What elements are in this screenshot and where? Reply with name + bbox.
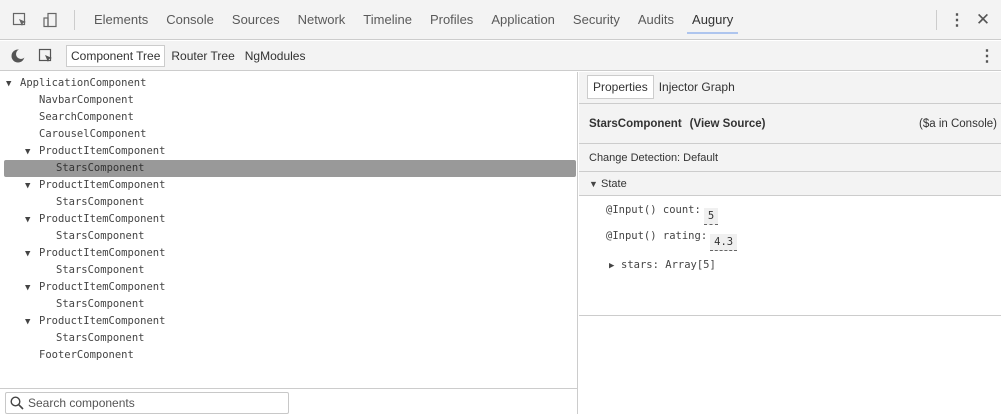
- expand-caret-icon[interactable]: ▼: [25, 144, 39, 161]
- more-options-icon[interactable]: ⋮: [949, 10, 965, 30]
- tree-node-label: CarouselComponent: [39, 128, 147, 140]
- tree-node-label: ProductItemComponent: [39, 145, 166, 157]
- tree-node-label: SearchComponent: [39, 111, 134, 123]
- tab-ngmodules[interactable]: NgModules: [241, 45, 310, 67]
- tab-injector-graph[interactable]: Injector Graph: [654, 75, 740, 99]
- expand-caret-icon[interactable]: ▼: [6, 76, 20, 93]
- tree-node-label: StarsComponent: [56, 264, 145, 276]
- stars-property[interactable]: ▶ stars: Array[5]: [609, 259, 716, 271]
- tree-node[interactable]: ▼ ProductItemComponent: [4, 177, 576, 194]
- tree-node[interactable]: SearchComponent: [4, 109, 576, 126]
- tree-node[interactable]: StarsComponent: [4, 330, 576, 347]
- inspect-element-icon[interactable]: [10, 10, 30, 30]
- theme-toggle-icon[interactable]: [8, 46, 28, 66]
- expand-caret-icon[interactable]: ▼: [25, 178, 39, 195]
- search-input[interactable]: [28, 396, 278, 410]
- tree-node-label: ProductItemComponent: [39, 247, 166, 259]
- tab-profiles[interactable]: Profiles: [421, 0, 482, 40]
- expand-caret-icon[interactable]: ▼: [25, 212, 39, 229]
- collapse-caret-icon[interactable]: ▼: [589, 179, 601, 189]
- change-detection-row: Change Detection: Default: [579, 144, 1001, 172]
- tree-node[interactable]: CarouselComponent: [4, 126, 576, 143]
- tree-node[interactable]: NavbarComponent: [4, 92, 576, 109]
- count-value-input[interactable]: 5: [703, 208, 719, 225]
- augury-toolbar: Component Tree Router Tree NgModules ⋮: [0, 41, 1001, 71]
- tree-node[interactable]: ▼ ApplicationComponent: [4, 75, 576, 92]
- tree-node-label: ProductItemComponent: [39, 213, 166, 225]
- tab-router-tree[interactable]: Router Tree: [167, 45, 238, 67]
- tree-node-label: StarsComponent: [56, 196, 145, 208]
- tree-node-label: StarsComponent: [56, 162, 145, 174]
- tree-node-label: ProductItemComponent: [39, 179, 166, 191]
- augury-options-icon[interactable]: ⋮: [979, 46, 995, 66]
- search-icon: [8, 394, 26, 412]
- properties-panel: Properties Injector Graph StarsComponent…: [579, 72, 1001, 414]
- tree-node[interactable]: StarsComponent: [4, 228, 576, 245]
- state-section-header[interactable]: ▼ State: [579, 172, 1001, 196]
- search-bar: [0, 388, 578, 414]
- tree-node[interactable]: FooterComponent: [4, 347, 576, 364]
- tree-node-label: StarsComponent: [56, 332, 145, 344]
- count-property: @Input() count: 5: [606, 202, 719, 225]
- tree-node[interactable]: ▼ ProductItemComponent: [4, 313, 576, 330]
- component-tree-panel: ▼ ApplicationComponent NavbarComponent Se…: [0, 72, 578, 388]
- tab-security[interactable]: Security: [564, 0, 629, 40]
- expand-caret-icon[interactable]: ▼: [25, 314, 39, 331]
- devtools-tab-bar: Elements Console Sources Network Timelin…: [0, 0, 1001, 40]
- view-source-link[interactable]: (View Source): [690, 118, 766, 130]
- change-detection-label: Change Detection: Default: [589, 151, 719, 164]
- search-box[interactable]: [5, 392, 289, 414]
- devtools-controls: ⋮ ✕: [936, 0, 1001, 40]
- tree-node-label: ProductItemComponent: [39, 281, 166, 293]
- properties-tab-bar: Properties Injector Graph: [579, 72, 1001, 104]
- tab-network[interactable]: Network: [289, 0, 355, 40]
- tree-node-label: ApplicationComponent: [20, 77, 147, 89]
- tree-node[interactable]: ▼ ProductItemComponent: [4, 245, 576, 262]
- select-component-icon[interactable]: [36, 46, 56, 66]
- rating-value-input[interactable]: 4.3: [710, 234, 738, 251]
- tab-audits[interactable]: Audits: [629, 0, 683, 40]
- state-label: State: [601, 177, 627, 190]
- tab-sources[interactable]: Sources: [223, 0, 289, 40]
- tab-console[interactable]: Console: [157, 0, 223, 40]
- stars-label: stars: Array[5]: [621, 259, 716, 271]
- tab-properties[interactable]: Properties: [587, 75, 654, 99]
- console-hint: ($a in Console): [919, 117, 997, 130]
- toolbar-divider: [936, 10, 937, 30]
- expand-caret-icon[interactable]: ▼: [25, 280, 39, 297]
- tab-component-tree[interactable]: Component Tree: [66, 44, 166, 67]
- tree-node-label: StarsComponent: [56, 298, 145, 310]
- expand-caret-icon[interactable]: ▼: [25, 246, 39, 263]
- tree-node[interactable]: ▼ ProductItemComponent: [4, 279, 576, 296]
- tree-node-label: StarsComponent: [56, 230, 145, 242]
- rating-label: @Input() rating:: [606, 230, 708, 242]
- close-icon[interactable]: ✕: [971, 10, 995, 30]
- tree-node-label: FooterComponent: [39, 349, 134, 361]
- expand-caret-icon[interactable]: ▶: [609, 261, 621, 271]
- tab-augury[interactable]: Augury: [683, 0, 742, 40]
- toolbar-divider: [74, 9, 75, 30]
- tree-node[interactable]: ▼ ProductItemComponent: [4, 143, 576, 160]
- tab-timeline[interactable]: Timeline: [354, 0, 421, 40]
- tree-node[interactable]: ▼ ProductItemComponent: [4, 211, 576, 228]
- tree-node-label: ProductItemComponent: [39, 315, 166, 327]
- count-label: @Input() count:: [606, 204, 701, 216]
- tab-application[interactable]: Application: [482, 0, 564, 40]
- state-body: @Input() count: 5 @Input() rating: 4.3 ▶ st…: [579, 196, 1001, 316]
- tree-node[interactable]: StarsComponent: [4, 194, 576, 211]
- tree-node-selected[interactable]: StarsComponent: [4, 160, 576, 177]
- component-header: StarsComponent (View Source) ($a in Cons…: [579, 104, 1001, 144]
- rating-property: @Input() rating: 4.3: [606, 228, 738, 251]
- device-mode-icon[interactable]: [40, 10, 60, 30]
- tree-node[interactable]: StarsComponent: [4, 296, 576, 313]
- component-name: StarsComponent: [589, 117, 682, 130]
- tree-node-label: NavbarComponent: [39, 94, 134, 106]
- tab-elements[interactable]: Elements: [85, 0, 157, 40]
- tree-node[interactable]: StarsComponent: [4, 262, 576, 279]
